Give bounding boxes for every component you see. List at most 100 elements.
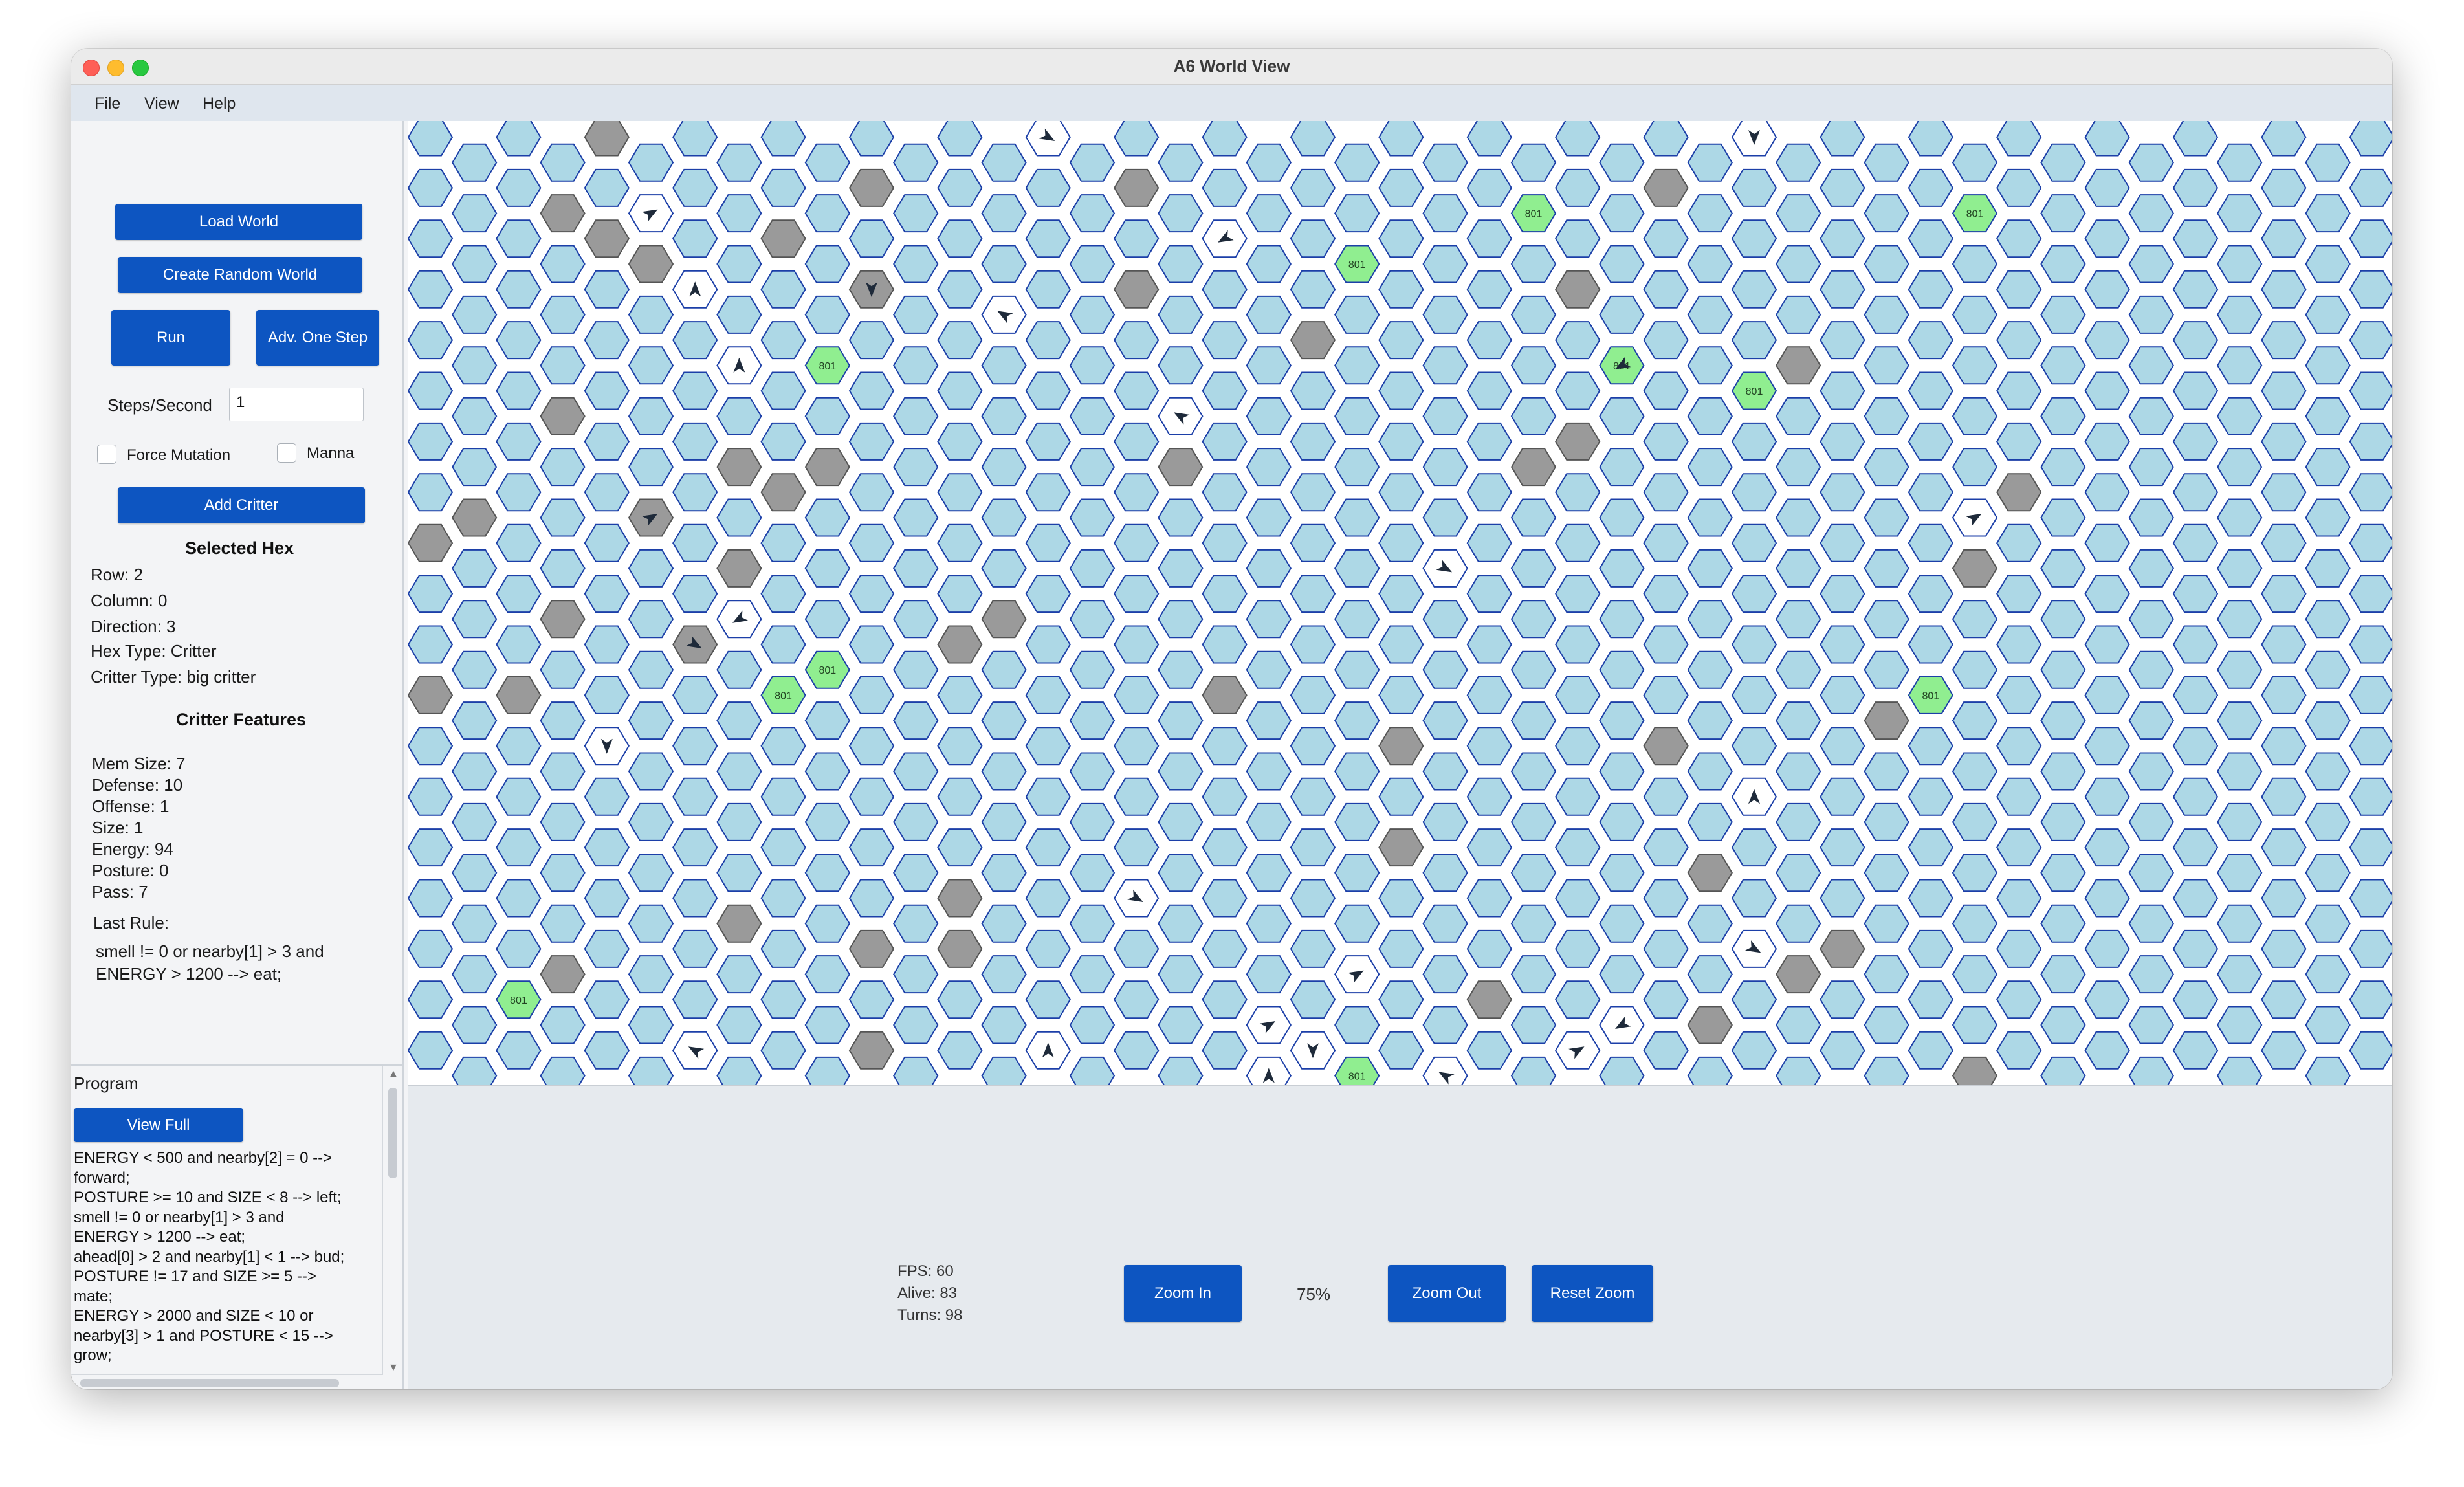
hex-empty[interactable]	[760, 879, 806, 918]
scroll-down-icon[interactable]: ▼	[388, 1362, 399, 1374]
hex-empty[interactable]	[1158, 1006, 1204, 1044]
hex-empty[interactable]	[2305, 143, 2351, 182]
hex-empty[interactable]	[2040, 802, 2086, 841]
hex-empty[interactable]	[937, 828, 983, 867]
hex-empty[interactable]	[2349, 828, 2392, 867]
hex-empty[interactable]	[760, 575, 806, 613]
hex-critter[interactable]	[1422, 1056, 1468, 1085]
hex-empty[interactable]	[1952, 600, 1998, 639]
hex-empty[interactable]	[1422, 397, 1468, 435]
hex-empty[interactable]	[672, 523, 718, 562]
hex-empty[interactable]	[2172, 929, 2219, 968]
hex-empty[interactable]	[2305, 955, 2351, 994]
hex-empty[interactable]	[848, 625, 895, 664]
hex-empty[interactable]	[893, 498, 939, 537]
hex-empty[interactable]	[1820, 321, 1865, 360]
hex-empty[interactable]	[981, 346, 1027, 385]
hex-empty[interactable]	[540, 549, 586, 588]
hex-empty[interactable]	[1643, 1031, 1689, 1070]
hex-empty[interactable]	[1555, 121, 1601, 157]
hex-empty[interactable]	[1643, 575, 1689, 613]
hex-empty[interactable]	[1820, 473, 1865, 512]
hex-empty[interactable]	[496, 1031, 542, 1070]
hex-empty[interactable]	[981, 955, 1027, 994]
hex-empty[interactable]	[2217, 1056, 2263, 1085]
hex-empty[interactable]	[1510, 854, 1557, 892]
hex-empty[interactable]	[2261, 219, 2307, 258]
hex-empty[interactable]	[937, 523, 983, 562]
hex-empty[interactable]	[1687, 295, 1733, 334]
hex-empty[interactable]	[2217, 701, 2263, 740]
hex-empty[interactable]	[1996, 371, 2042, 410]
hex-empty[interactable]	[981, 752, 1027, 791]
hex-empty[interactable]	[2261, 676, 2307, 714]
hex-empty[interactable]	[1158, 752, 1204, 791]
hex-empty[interactable]	[1069, 600, 1116, 639]
hex-empty[interactable]	[584, 1031, 630, 1070]
scroll-up-icon[interactable]: ▲	[388, 1068, 399, 1080]
hex-empty[interactable]	[1996, 929, 2042, 968]
hex-empty[interactable]	[1820, 980, 1865, 1019]
hex-empty[interactable]	[893, 1006, 939, 1044]
hex-empty[interactable]	[981, 245, 1027, 283]
hex-empty[interactable]	[1731, 625, 1777, 664]
hex-empty[interactable]	[1114, 121, 1160, 157]
hex-empty[interactable]	[1864, 955, 1909, 994]
hex-empty[interactable]	[1246, 955, 1292, 994]
hex-empty[interactable]	[628, 397, 674, 435]
hex-empty[interactable]	[1246, 802, 1292, 841]
hex-empty[interactable]	[1466, 777, 1512, 816]
hex-empty[interactable]	[1731, 219, 1777, 258]
hex-empty[interactable]	[1158, 600, 1204, 639]
hex-empty[interactable]	[981, 1056, 1027, 1085]
hex-empty[interactable]	[1555, 473, 1601, 512]
hex-empty[interactable]	[628, 295, 674, 334]
hex-empty[interactable]	[2084, 121, 2130, 157]
hex-empty[interactable]	[1510, 701, 1557, 740]
hex-empty[interactable]	[1334, 549, 1380, 588]
hex-empty[interactable]	[1820, 219, 1865, 258]
hex-empty[interactable]	[804, 1056, 850, 1085]
hex-empty[interactable]	[1246, 143, 1292, 182]
load-world-button[interactable]: Load World	[115, 204, 362, 240]
hex-empty[interactable]	[1378, 676, 1424, 714]
zoom-in-button[interactable]: Zoom In	[1124, 1265, 1242, 1322]
hex-empty[interactable]	[452, 1006, 498, 1044]
hex-empty[interactable]	[2349, 422, 2392, 461]
menu-help[interactable]: Help	[203, 94, 236, 113]
hex-empty[interactable]	[452, 346, 498, 385]
hex-empty[interactable]	[1555, 321, 1601, 360]
hex-empty[interactable]	[408, 121, 454, 157]
hex-empty[interactable]	[2305, 194, 2351, 233]
hex-empty[interactable]	[2261, 422, 2307, 461]
hex-empty[interactable]	[2040, 346, 2086, 385]
hex-empty[interactable]	[1378, 929, 1424, 968]
hex-empty[interactable]	[1466, 121, 1512, 157]
run-button[interactable]: Run	[111, 310, 230, 366]
hex-empty[interactable]	[1378, 121, 1424, 157]
hex-empty[interactable]	[716, 854, 762, 892]
hex-empty[interactable]	[804, 295, 850, 334]
hex-empty[interactable]	[628, 752, 674, 791]
hex-empty[interactable]	[1334, 600, 1380, 639]
hex-empty[interactable]	[716, 701, 762, 740]
hex-empty[interactable]	[1996, 168, 2042, 207]
hex-empty[interactable]	[2128, 397, 2174, 435]
hex-empty[interactable]	[628, 143, 674, 182]
hex-empty[interactable]	[1687, 600, 1733, 639]
hex-empty[interactable]	[1864, 904, 1909, 943]
hex-empty[interactable]	[1025, 828, 1071, 867]
hex-empty[interactable]	[2305, 295, 2351, 334]
hex-empty[interactable]	[804, 955, 850, 994]
hex-empty[interactable]	[1069, 245, 1116, 283]
hex-empty[interactable]	[2305, 650, 2351, 689]
hex-empty[interactable]	[1776, 1056, 1821, 1085]
hex-empty[interactable]	[584, 321, 630, 360]
hex-empty[interactable]	[1069, 904, 1116, 943]
hex-empty[interactable]	[672, 121, 718, 157]
hex-empty[interactable]	[893, 549, 939, 588]
hex-empty[interactable]	[1731, 727, 1777, 766]
hex-empty[interactable]	[1466, 929, 1512, 968]
hex-empty[interactable]	[2128, 1006, 2174, 1044]
hex-empty[interactable]	[1643, 929, 1689, 968]
